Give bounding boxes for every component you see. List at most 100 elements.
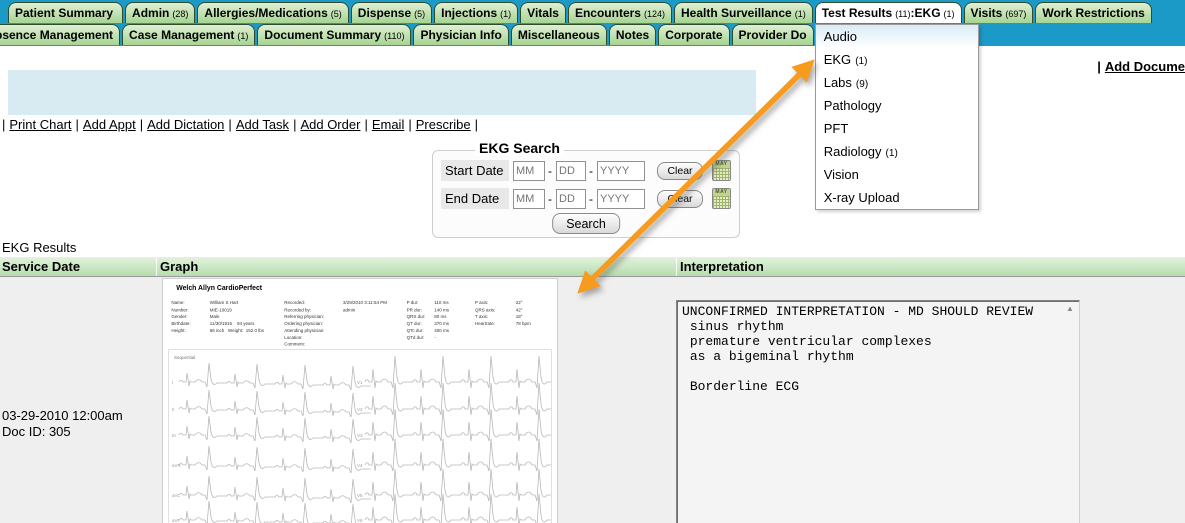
tab-label: Corporate — [665, 28, 722, 42]
separator: - — [589, 192, 593, 206]
tab-count: (5) — [331, 8, 342, 19]
link-add-dictation[interactable]: Add Dictation — [147, 117, 224, 132]
lead-label: V3 — [357, 433, 363, 438]
tab-physician-info[interactable]: Physician Info — [413, 24, 508, 45]
lead-label: V1 — [357, 380, 363, 385]
link-email[interactable]: Email — [372, 117, 405, 132]
menu-item-pft[interactable]: PFT — [816, 117, 978, 140]
menu-item-label: Labs — [824, 75, 852, 90]
tab-vitals[interactable]: Vitals — [520, 2, 566, 23]
tab-label: Dispense — [358, 6, 411, 20]
tab-work-restrictions[interactable]: Work Restrictions — [1035, 2, 1151, 23]
axis-values: 22° 42° 18° 78 bpm — [516, 299, 531, 327]
lead-label: V2 — [357, 407, 363, 412]
ekg-search-title: EKG Search — [475, 140, 564, 156]
lead-label: I — [172, 380, 173, 385]
tab-allergies-medications[interactable]: Allergies/Medications(5) — [197, 2, 348, 23]
tab-absence-management[interactable]: bsence Management — [0, 24, 120, 45]
menu-item-pathology[interactable]: Pathology — [816, 94, 978, 117]
ekg-report-header: Welch Allyn CardioPerfect Name: Number: … — [163, 279, 557, 350]
tab-corporate[interactable]: Corporate — [658, 24, 729, 45]
tab-case-management[interactable]: Case Management(1) — [122, 24, 255, 45]
separator: - — [548, 164, 552, 178]
link-prescribe[interactable]: Prescribe — [416, 117, 471, 132]
link-add-task[interactable]: Add Task — [236, 117, 289, 132]
menu-item-label: Vision — [824, 167, 859, 182]
patient-values: William S Hart MIE-10019 Male 11/30/1915… — [210, 299, 264, 334]
tab-notes[interactable]: Notes — [609, 24, 656, 45]
scroll-up-icon[interactable]: ▲ — [1066, 304, 1074, 313]
start-month-input[interactable] — [513, 161, 545, 181]
calendar-grid — [713, 168, 730, 180]
menu-item-label: Audio — [824, 29, 857, 44]
tab-visits[interactable]: Visits(697) — [964, 2, 1034, 23]
calendar-month-label: MAY — [713, 189, 730, 196]
start-day-input[interactable] — [556, 161, 586, 181]
end-month-input[interactable] — [513, 189, 545, 209]
tab-count: (28) — [172, 8, 188, 19]
lead-label: V6 — [357, 518, 363, 523]
menu-item-audio[interactable]: Audio — [816, 25, 978, 48]
ecg-trace-grid: Sequential I II III aVR aVL aVF V1 V2 V3… — [168, 349, 552, 523]
end-year-input[interactable] — [597, 189, 645, 209]
tab-provider-documents[interactable]: Provider Do — [732, 24, 814, 45]
tab-count: (11) — [895, 8, 910, 19]
tab-injections[interactable]: Injections(1) — [434, 2, 518, 23]
separator: | — [1097, 59, 1101, 74]
interpretation-textarea[interactable]: UNCONFIRMED INTERPRETATION - MD SHOULD R… — [676, 300, 1080, 523]
start-calendar-icon[interactable]: MAY — [712, 160, 731, 181]
tab-miscellaneous[interactable]: Miscellaneous — [511, 24, 607, 45]
menu-item-xray-upload[interactable]: X-ray Upload — [816, 186, 978, 209]
end-day-input[interactable] — [556, 189, 586, 209]
chart-tab-band: Patient Summary Admin(28) Allergies/Medi… — [0, 0, 1185, 46]
tab-test-results[interactable]: Test Results(11):EKG(1) Audio EKG(1) Lab… — [815, 2, 962, 23]
tab-label: Encounters — [575, 6, 641, 20]
tab-label: bsence Management — [0, 28, 113, 42]
menu-item-labs[interactable]: Labs (9) — [816, 71, 978, 94]
patient-labels: Name: Number: Gender: Birthdate: Height: — [171, 299, 190, 334]
tab-dispense[interactable]: Dispense(5) — [351, 2, 432, 23]
start-year-input[interactable] — [597, 161, 645, 181]
tab-count: (1) — [795, 8, 806, 19]
trace-mode-label: Sequential — [174, 355, 195, 360]
tab-patient-summary[interactable]: Patient Summary — [8, 2, 123, 23]
separator: - — [548, 192, 552, 206]
link-add-appt[interactable]: Add Appt — [83, 117, 136, 132]
lead-label: II — [172, 407, 175, 412]
column-header-interpretation: Interpretation — [680, 259, 764, 274]
tab-label: Injections — [441, 6, 497, 20]
column-header-graph: Graph — [160, 259, 198, 274]
link-add-document[interactable]: Add Docume — [1105, 59, 1185, 74]
tab-encounters[interactable]: Encounters(124) — [568, 2, 672, 23]
tab-count: (5) — [414, 8, 425, 19]
service-date-cell: 03-29-2010 12:00am Doc ID: 305 — [2, 408, 123, 440]
lead-label: V4 — [357, 463, 363, 468]
webchart-ekg-screen: Patient Summary Admin(28) Allergies/Medi… — [0, 0, 1185, 523]
end-calendar-icon[interactable]: MAY — [712, 188, 731, 209]
menu-item-count: (9) — [856, 79, 868, 90]
end-clear-button[interactable]: Clear — [657, 190, 703, 208]
tab-count: (1) — [237, 30, 248, 41]
menu-item-count: (1) — [886, 148, 898, 159]
tab-label: Test Results — [822, 6, 892, 20]
measurement-labels: P dur: PR dur: QRS dur: QT dur: QTc dur:… — [407, 299, 426, 340]
link-add-order[interactable]: Add Order — [300, 117, 360, 132]
tab-document-summary[interactable]: Document Summary(110) — [257, 24, 411, 45]
menu-item-radiology[interactable]: Radiology(1) — [816, 140, 978, 163]
separator: - — [589, 164, 593, 178]
ekg-graph-thumbnail[interactable]: Welch Allyn CardioPerfect Name: Number: … — [162, 278, 558, 523]
menu-item-label: PFT — [824, 121, 849, 136]
results-header-row: Service Date Graph Interpretation — [0, 257, 1185, 277]
menu-item-ekg[interactable]: EKG(1) — [816, 48, 978, 71]
tab-health-surveillance[interactable]: Health Surveillance(1) — [674, 2, 813, 23]
start-clear-button[interactable]: Clear — [657, 162, 703, 180]
service-date-value: 03-29-2010 12:00am — [2, 408, 123, 424]
tab-admin[interactable]: Admin(28) — [125, 2, 195, 23]
ekg-search-form: EKG Search Start Date - - Clear MAY End … — [432, 150, 740, 238]
tab-count: (1) — [500, 8, 511, 19]
search-button[interactable]: Search — [552, 213, 620, 234]
link-print-chart[interactable]: Print Chart — [9, 117, 71, 132]
menu-item-vision[interactable]: Vision — [816, 163, 978, 186]
separator: | — [228, 117, 231, 132]
chart-toolbar: |Print Chart|Add Appt|Add Dictation|Add … — [2, 117, 478, 132]
